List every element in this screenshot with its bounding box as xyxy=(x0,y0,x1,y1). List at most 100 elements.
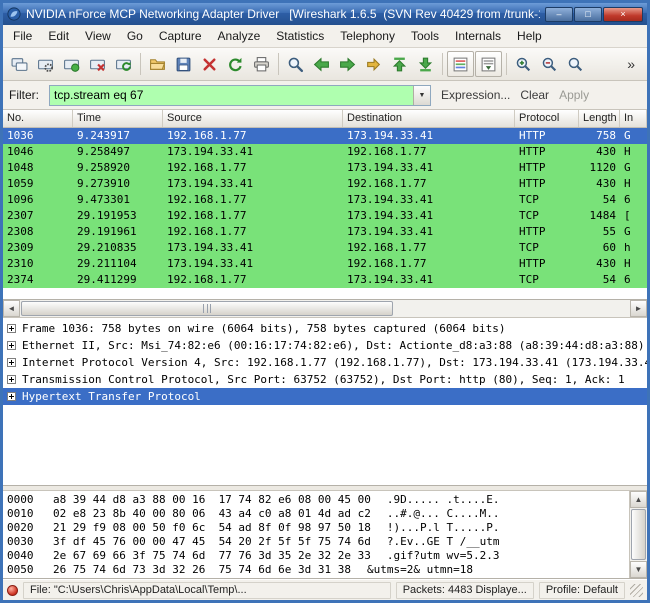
packet-destination: 192.168.1.77 xyxy=(343,176,515,192)
expression-button[interactable]: Expression... xyxy=(441,88,510,102)
hex-line[interactable]: 002021 29 f9 08 00 50 f0 6c 54 ad 8f 0f … xyxy=(7,521,625,535)
hex-ascii: &utms=2& utmn=18 xyxy=(367,563,473,577)
colorize-list-button[interactable] xyxy=(447,51,474,77)
hex-dump[interactable]: 0000 a8 39 44 d8 a3 88 00 16 17 74 82 e6 … xyxy=(3,491,629,578)
filter-label-button[interactable]: Filter: xyxy=(9,88,39,102)
detail-row-tcp[interactable]: Transmission Control Protocol, Src Port:… xyxy=(3,371,647,388)
hex-line[interactable]: 005026 75 74 6d 73 3d 32 26 75 74 6d 6e … xyxy=(7,563,625,577)
scroll-down-arrow[interactable]: ▼ xyxy=(630,561,647,578)
expand-plus-icon[interactable] xyxy=(7,341,16,350)
packet-row[interactable]: 230829.191961192.168.1.77173.194.33.41HT… xyxy=(3,224,647,240)
packet-row[interactable]: 10599.273910173.194.33.41192.168.1.77HTT… xyxy=(3,176,647,192)
capture-start-button[interactable] xyxy=(59,51,84,77)
hex-vscrollbar[interactable]: ▲ ▼ xyxy=(629,491,647,578)
close-button[interactable]: × xyxy=(603,7,643,22)
expand-plus-icon[interactable] xyxy=(7,324,16,333)
scroll-up-arrow[interactable]: ▲ xyxy=(630,491,647,508)
capture-stop-button[interactable] xyxy=(85,51,110,77)
column-source[interactable]: Source xyxy=(163,110,343,127)
menu-help[interactable]: Help xyxy=(509,26,550,46)
vscroll-thumb[interactable] xyxy=(631,509,646,560)
go-forward-button[interactable] xyxy=(335,51,360,77)
packet-source: 192.168.1.77 xyxy=(163,224,343,240)
zoom-out-icon xyxy=(541,56,558,73)
expand-plus-icon[interactable] xyxy=(7,375,16,384)
detail-row-http[interactable]: Hypertext Transfer Protocol xyxy=(3,388,647,405)
expert-info-icon[interactable] xyxy=(7,585,18,596)
packet-row[interactable]: 10969.473301192.168.1.77173.194.33.41TCP… xyxy=(3,192,647,208)
hex-line[interactable]: 001002 e8 23 8b 40 00 80 06 43 a4 c0 a8 … xyxy=(7,507,625,521)
zoom-out-button[interactable] xyxy=(537,51,562,77)
menu-telephony[interactable]: Telephony xyxy=(332,26,403,46)
toolbar-overflow-chevron[interactable]: » xyxy=(619,56,643,72)
menu-go[interactable]: Go xyxy=(119,26,151,46)
go-back-button[interactable] xyxy=(309,51,334,77)
menu-view[interactable]: View xyxy=(77,26,119,46)
minimize-button[interactable]: – xyxy=(545,7,573,22)
filter-dropdown-button[interactable]: ▼ xyxy=(413,86,430,105)
detail-row-ethernet[interactable]: Ethernet II, Src: Msi_74:82:e6 (00:16:17… xyxy=(3,337,647,354)
detail-row-frame[interactable]: Frame 1036: 758 bytes on wire (6064 bits… xyxy=(3,320,647,337)
reload-button[interactable] xyxy=(223,51,248,77)
menu-capture[interactable]: Capture xyxy=(151,26,210,46)
save-file-button[interactable] xyxy=(171,51,196,77)
status-file[interactable]: File: "C:\Users\Chris\AppData\Local\Temp… xyxy=(23,582,391,599)
zoom-in-button[interactable] xyxy=(511,51,536,77)
hscroll-thumb[interactable] xyxy=(21,301,393,316)
menu-edit[interactable]: Edit xyxy=(40,26,77,46)
scroll-right-arrow[interactable]: ► xyxy=(630,300,647,317)
hex-offset: 0000 xyxy=(7,493,41,507)
detail-row-ip[interactable]: Internet Protocol Version 4, Src: 192.16… xyxy=(3,354,647,371)
resize-grip-icon[interactable] xyxy=(630,584,643,597)
go-to-packet-button[interactable] xyxy=(361,51,386,77)
go-to-top-button[interactable] xyxy=(387,51,412,77)
auto-scroll-button[interactable] xyxy=(475,51,502,77)
hex-offset: 0040 xyxy=(7,549,41,563)
column-protocol[interactable]: Protocol xyxy=(515,110,579,127)
menu-internals[interactable]: Internals xyxy=(447,26,509,46)
column-length[interactable]: Length xyxy=(579,110,620,127)
title-bar[interactable]: NVIDIA nForce MCP Networking Adapter Dri… xyxy=(3,3,647,25)
packet-time: 9.258920 xyxy=(73,160,163,176)
column-time[interactable]: Time xyxy=(73,110,163,127)
packet-row[interactable]: 230929.210835173.194.33.41192.168.1.77TC… xyxy=(3,240,647,256)
packet-list-hscrollbar[interactable]: ◄ ► xyxy=(3,300,647,318)
column-no[interactable]: No. xyxy=(3,110,73,127)
hex-line[interactable]: 00402e 67 69 66 3f 75 74 6d 77 76 3d 35 … xyxy=(7,549,625,563)
packet-row[interactable]: 237429.411299192.168.1.77173.194.33.41TC… xyxy=(3,272,647,288)
close-file-button[interactable] xyxy=(197,51,222,77)
column-info[interactable]: In xyxy=(620,110,647,127)
hex-line[interactable]: 0000 a8 39 44 d8 a3 88 00 16 17 74 82 e6 … xyxy=(7,493,625,507)
hex-ascii: .gif?utm wv=5.2.3 xyxy=(387,549,500,563)
interface-list-button[interactable] xyxy=(7,51,32,77)
packet-row[interactable]: 231029.211104173.194.33.41192.168.1.77HT… xyxy=(3,256,647,272)
capture-options-button[interactable] xyxy=(33,51,58,77)
apply-button[interactable]: Apply xyxy=(559,88,589,102)
expand-plus-icon[interactable] xyxy=(7,358,16,367)
expand-plus-icon[interactable] xyxy=(7,392,16,401)
bottom-arrow-icon xyxy=(417,56,434,73)
go-to-bottom-button[interactable] xyxy=(413,51,438,77)
packet-row[interactable]: 10489.258920192.168.1.77173.194.33.41HTT… xyxy=(3,160,647,176)
filter-input[interactable] xyxy=(50,86,413,105)
clear-button[interactable]: Clear xyxy=(520,88,549,102)
open-file-button[interactable] xyxy=(145,51,170,77)
zoom-100-button[interactable] xyxy=(563,51,588,77)
capture-restart-icon xyxy=(115,56,132,73)
packet-row[interactable]: 10369.243917192.168.1.77173.194.33.41HTT… xyxy=(3,128,647,144)
find-packet-button[interactable] xyxy=(283,51,308,77)
column-destination[interactable]: Destination xyxy=(343,110,515,127)
maximize-button[interactable]: □ xyxy=(574,7,602,22)
hex-line[interactable]: 00303f df 45 76 00 00 47 45 54 20 2f 5f … xyxy=(7,535,625,549)
packet-row[interactable]: 230729.191953192.168.1.77173.194.33.41TC… xyxy=(3,208,647,224)
scroll-left-arrow[interactable]: ◄ xyxy=(3,300,20,317)
capture-restart-button[interactable] xyxy=(111,51,136,77)
menu-statistics[interactable]: Statistics xyxy=(268,26,332,46)
menu-tools[interactable]: Tools xyxy=(403,26,447,46)
packet-row[interactable]: 10469.258497173.194.33.41192.168.1.77HTT… xyxy=(3,144,647,160)
status-profile[interactable]: Profile: Default xyxy=(539,582,625,599)
hex-bytes: a8 39 44 d8 a3 88 00 16 17 74 82 e6 08 0… xyxy=(53,493,371,507)
menu-analyze[interactable]: Analyze xyxy=(210,26,269,46)
menu-file[interactable]: File xyxy=(5,26,40,46)
print-button[interactable] xyxy=(249,51,274,77)
